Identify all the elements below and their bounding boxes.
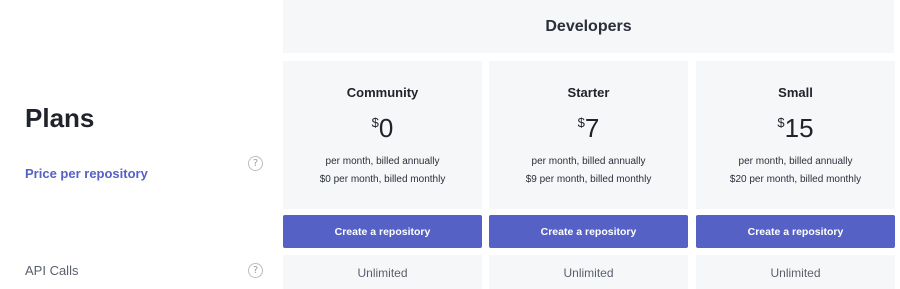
group-header-developers: Developers: [283, 0, 894, 53]
billing-note-monthly: $9 per month, billed monthly: [525, 174, 652, 185]
api-calls-value: Unlimited: [283, 255, 482, 289]
plan-price: $0: [283, 113, 482, 145]
price-amount: 0: [378, 113, 394, 143]
billing-note-annual: per month, billed annually: [325, 156, 440, 167]
row-label-price: Price per repository: [25, 166, 148, 181]
billing-note-monthly: $0 per month, billed monthly: [319, 174, 446, 185]
row-label-api-calls: API Calls: [25, 263, 79, 278]
plan-card: Community $0 per month, billed annually …: [283, 61, 482, 209]
plan-name: Starter: [567, 85, 610, 100]
plan-card: Small $15 per month, billed annually $20…: [696, 61, 895, 209]
plan-price: $7: [489, 113, 688, 145]
api-calls-value: Unlimited: [489, 255, 688, 289]
page-title: Plans: [25, 103, 95, 133]
plan-card: Starter $7 per month, billed annually $9…: [489, 61, 688, 209]
api-calls-value: Unlimited: [696, 255, 895, 289]
price-amount: 7: [584, 113, 600, 143]
currency-symbol: $: [777, 115, 785, 130]
plan-column-starter: Starter $7 per month, billed annually $9…: [489, 61, 688, 289]
plan-price: $15: [696, 113, 895, 145]
price-amount: 15: [784, 113, 814, 143]
create-repository-button[interactable]: Create a repository: [696, 215, 895, 248]
plan-name: Community: [346, 85, 419, 100]
plan-name: Small: [778, 85, 813, 100]
help-icon[interactable]: ?: [248, 263, 263, 278]
plan-column-small: Small $15 per month, billed annually $20…: [696, 61, 895, 289]
create-repository-button[interactable]: Create a repository: [489, 215, 688, 248]
currency-symbol: $: [371, 115, 379, 130]
create-repository-button[interactable]: Create a repository: [283, 215, 482, 248]
billing-note-monthly: $20 per month, billed monthly: [729, 174, 862, 185]
help-icon[interactable]: ?: [248, 156, 263, 171]
billing-note-annual: per month, billed annually: [738, 156, 853, 167]
currency-symbol: $: [577, 115, 585, 130]
plan-column-community: Community $0 per month, billed annually …: [283, 61, 482, 289]
billing-note-annual: per month, billed annually: [531, 156, 646, 167]
